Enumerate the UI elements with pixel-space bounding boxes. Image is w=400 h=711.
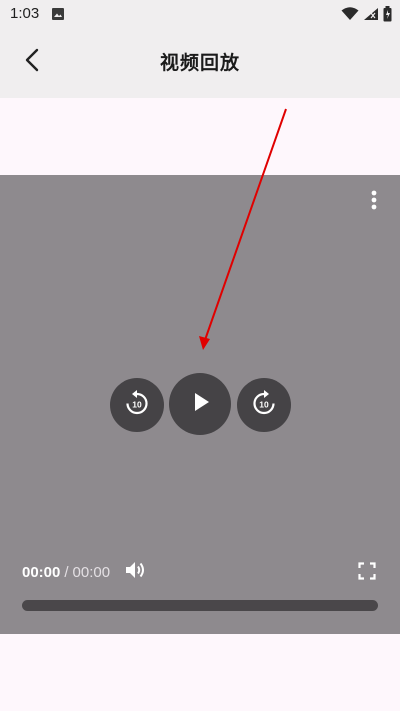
- replay-10-icon: 10: [123, 389, 151, 422]
- forward-seconds-label: 10: [259, 399, 269, 409]
- page-title: 视频回放: [159, 53, 240, 74]
- forward-10-button[interactable]: 10: [237, 378, 291, 432]
- status-icons: [341, 6, 392, 27]
- more-options-button[interactable]: [364, 190, 384, 215]
- current-time: 00:00: [22, 564, 61, 581]
- time-separator: /: [64, 564, 69, 581]
- app-bar: 视频回放: [0, 28, 400, 98]
- time-display: 00:00 / 00:00: [22, 564, 110, 581]
- forward-10-icon: 10: [250, 389, 278, 422]
- status-bar: 1:03: [0, 0, 400, 28]
- battery-icon: [383, 6, 392, 27]
- signal-icon: [363, 7, 379, 26]
- volume-icon: [124, 559, 148, 586]
- total-time: 00:00: [72, 564, 111, 581]
- play-icon: [189, 390, 211, 419]
- volume-button[interactable]: [122, 559, 150, 585]
- wifi-icon: [341, 7, 359, 26]
- more-vert-icon: [371, 190, 377, 215]
- play-button[interactable]: [169, 373, 231, 435]
- status-time: 1:03: [10, 5, 40, 22]
- rewind-seconds-label: 10: [132, 399, 142, 409]
- video-player[interactable]: 10 10 00:00 / 00:00: [0, 175, 400, 634]
- spacer: [0, 98, 400, 175]
- gallery-icon: [51, 7, 65, 26]
- fullscreen-icon: [358, 561, 376, 585]
- seek-bar[interactable]: [22, 600, 378, 611]
- fullscreen-button[interactable]: [356, 561, 378, 585]
- rewind-10-button[interactable]: 10: [110, 378, 164, 432]
